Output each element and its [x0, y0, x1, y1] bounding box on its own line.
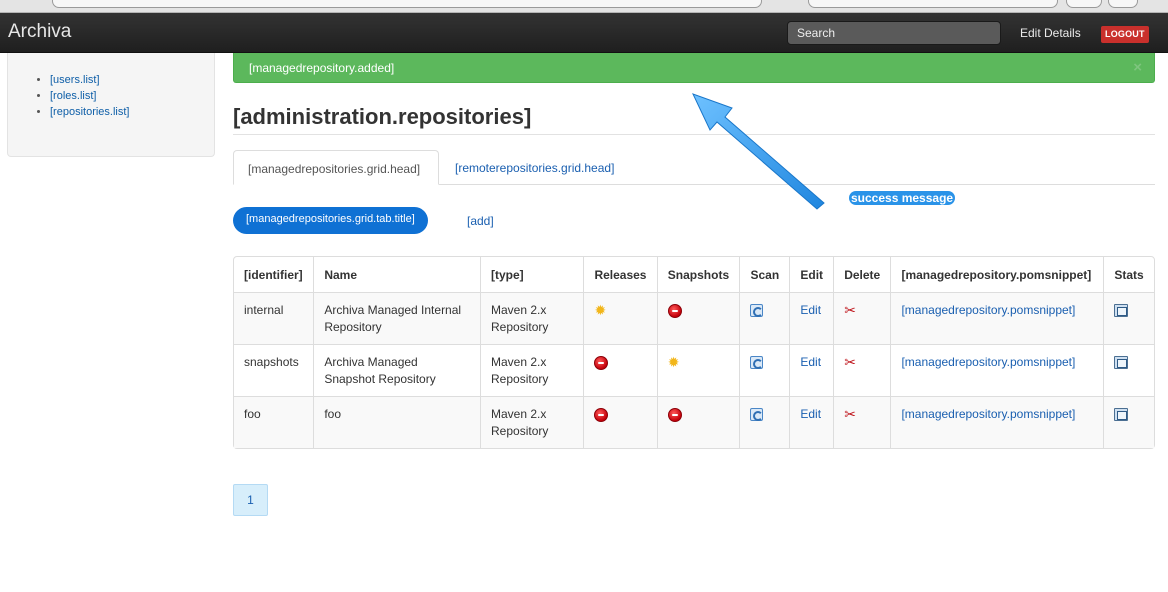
brand-logo[interactable]: Archiva	[8, 21, 71, 43]
column-header-pomsnippet: [managedrepository.pomsnippet]	[890, 257, 1103, 292]
search-input[interactable]	[787, 21, 1001, 45]
address-bar[interactable]	[52, 0, 762, 8]
cell-type: Maven 2.x Repository	[480, 292, 584, 344]
tab-managed-repositories[interactable]: [managedrepositories.grid.head]	[233, 150, 439, 185]
cell-stats	[1103, 344, 1154, 396]
cell-edit: Edit	[789, 344, 834, 396]
sidebar-item-label[interactable]: [repositories.list]	[50, 106, 129, 118]
cell-edit: Edit	[789, 292, 834, 344]
browser-chrome	[0, 0, 1168, 13]
cell-pomsnippet: [managedrepository.pomsnippet]	[890, 344, 1104, 396]
scan-icon[interactable]	[750, 408, 764, 421]
table-header-row: [identifier] Name [type] Releases Snapsh…	[234, 257, 1154, 292]
cell-delete: ✂	[833, 292, 891, 344]
cell-delete: ✂	[833, 396, 891, 448]
cell-identifier: internal	[234, 292, 314, 344]
cell-name: foo	[313, 396, 481, 448]
divider	[233, 134, 1155, 135]
scissors-icon[interactable]: ✂	[844, 355, 858, 370]
sidebar-item-repositories[interactable]: [repositories.list]	[50, 104, 129, 120]
column-header-scan: Scan	[739, 257, 789, 292]
browser-search-bar[interactable]	[808, 0, 1058, 8]
column-header-name[interactable]: Name	[313, 257, 480, 292]
edit-link[interactable]: Edit	[800, 303, 821, 317]
sidebar-item-users[interactable]: [users.list]	[50, 72, 129, 88]
logout-button[interactable]: LOGOUT	[1101, 26, 1149, 43]
cell-releases	[583, 344, 657, 396]
sun-icon: ✹	[667, 354, 680, 370]
success-alert: [managedrepository.added] ×	[233, 53, 1155, 83]
browser-button[interactable]	[1066, 0, 1102, 8]
add-repository-link[interactable]: [add]	[467, 214, 494, 228]
scan-icon[interactable]	[750, 356, 764, 369]
sidebar: [users.list] [roles.list] [repositories.…	[7, 53, 215, 157]
managed-repositories-pill[interactable]: [managedrepositories.grid.tab.title]	[233, 207, 428, 234]
edit-link[interactable]: Edit	[800, 355, 821, 369]
table-row: internal Archiva Managed Internal Reposi…	[234, 292, 1154, 344]
cell-edit: Edit	[789, 396, 834, 448]
cell-scan	[739, 292, 790, 344]
close-icon[interactable]: ×	[1133, 59, 1142, 76]
cell-snapshots	[656, 396, 740, 448]
page-title: [administration.repositories]	[233, 104, 532, 129]
cell-releases	[583, 396, 657, 448]
column-header-edit: Edit	[789, 257, 833, 292]
column-header-type[interactable]: [type]	[480, 257, 583, 292]
cell-delete: ✂	[833, 344, 891, 396]
cell-pomsnippet: [managedrepository.pomsnippet]	[890, 396, 1104, 448]
scissors-icon[interactable]: ✂	[844, 407, 858, 422]
stop-icon	[594, 408, 609, 422]
column-header-identifier[interactable]: [identifier]	[234, 257, 313, 292]
cell-name: Archiva Managed Snapshot Repository	[313, 344, 481, 396]
repository-tabs: [managedrepositories.grid.head] [remoter…	[233, 150, 1155, 185]
sidebar-item-label[interactable]: [users.list]	[50, 74, 100, 86]
cell-pomsnippet: [managedrepository.pomsnippet]	[890, 292, 1104, 344]
cell-scan	[739, 344, 790, 396]
stop-icon	[594, 356, 609, 370]
cell-scan	[739, 396, 790, 448]
column-header-delete: Delete	[833, 257, 890, 292]
cell-name: Archiva Managed Internal Repository	[313, 292, 481, 344]
table-row: foo foo Maven 2.x Repository Edit ✂ [man…	[234, 396, 1154, 448]
stats-icon[interactable]	[1114, 408, 1129, 421]
stop-icon	[667, 304, 682, 318]
column-header-stats: Stats	[1103, 257, 1154, 292]
sun-icon: ✹	[594, 302, 607, 318]
cell-snapshots	[656, 292, 740, 344]
scissors-icon[interactable]: ✂	[844, 303, 858, 318]
cell-stats	[1103, 396, 1154, 448]
stats-icon[interactable]	[1114, 356, 1129, 369]
pomsnippet-link[interactable]: [managedrepository.pomsnippet]	[901, 355, 1075, 369]
pomsnippet-link[interactable]: [managedrepository.pomsnippet]	[901, 407, 1075, 421]
scan-icon[interactable]	[750, 304, 764, 317]
cell-type: Maven 2.x Repository	[480, 396, 584, 448]
repositories-table: [identifier] Name [type] Releases Snapsh…	[233, 256, 1155, 449]
table-row: snapshots Archiva Managed Snapshot Repos…	[234, 344, 1154, 396]
browser-button[interactable]	[1108, 0, 1138, 8]
cell-stats	[1103, 292, 1154, 344]
edit-details-link[interactable]: Edit Details	[1020, 26, 1081, 40]
top-navbar: Archiva Edit Details LOGOUT	[0, 13, 1168, 53]
column-header-releases: Releases	[583, 257, 656, 292]
pomsnippet-link[interactable]: [managedrepository.pomsnippet]	[901, 303, 1075, 317]
cell-type: Maven 2.x Repository	[480, 344, 584, 396]
cell-identifier: foo	[234, 396, 314, 448]
stats-icon[interactable]	[1114, 304, 1129, 317]
edit-link[interactable]: Edit	[800, 407, 821, 421]
annotation-label: success message	[849, 191, 956, 205]
cell-snapshots: ✹	[656, 344, 740, 396]
pagination-page-1[interactable]: 1	[233, 484, 268, 516]
sidebar-item-roles[interactable]: [roles.list]	[50, 88, 129, 104]
cell-releases: ✹	[583, 292, 657, 344]
sidebar-item-label[interactable]: [roles.list]	[50, 90, 96, 102]
cell-identifier: snapshots	[234, 344, 314, 396]
stop-icon	[667, 408, 682, 422]
alert-message: [managedrepository.added]	[249, 61, 395, 75]
sidebar-menu: [users.list] [roles.list] [repositories.…	[50, 72, 129, 120]
column-header-snapshots: Snapshots	[656, 257, 740, 292]
tab-remote-repositories[interactable]: [remoterepositories.grid.head]	[441, 150, 628, 185]
